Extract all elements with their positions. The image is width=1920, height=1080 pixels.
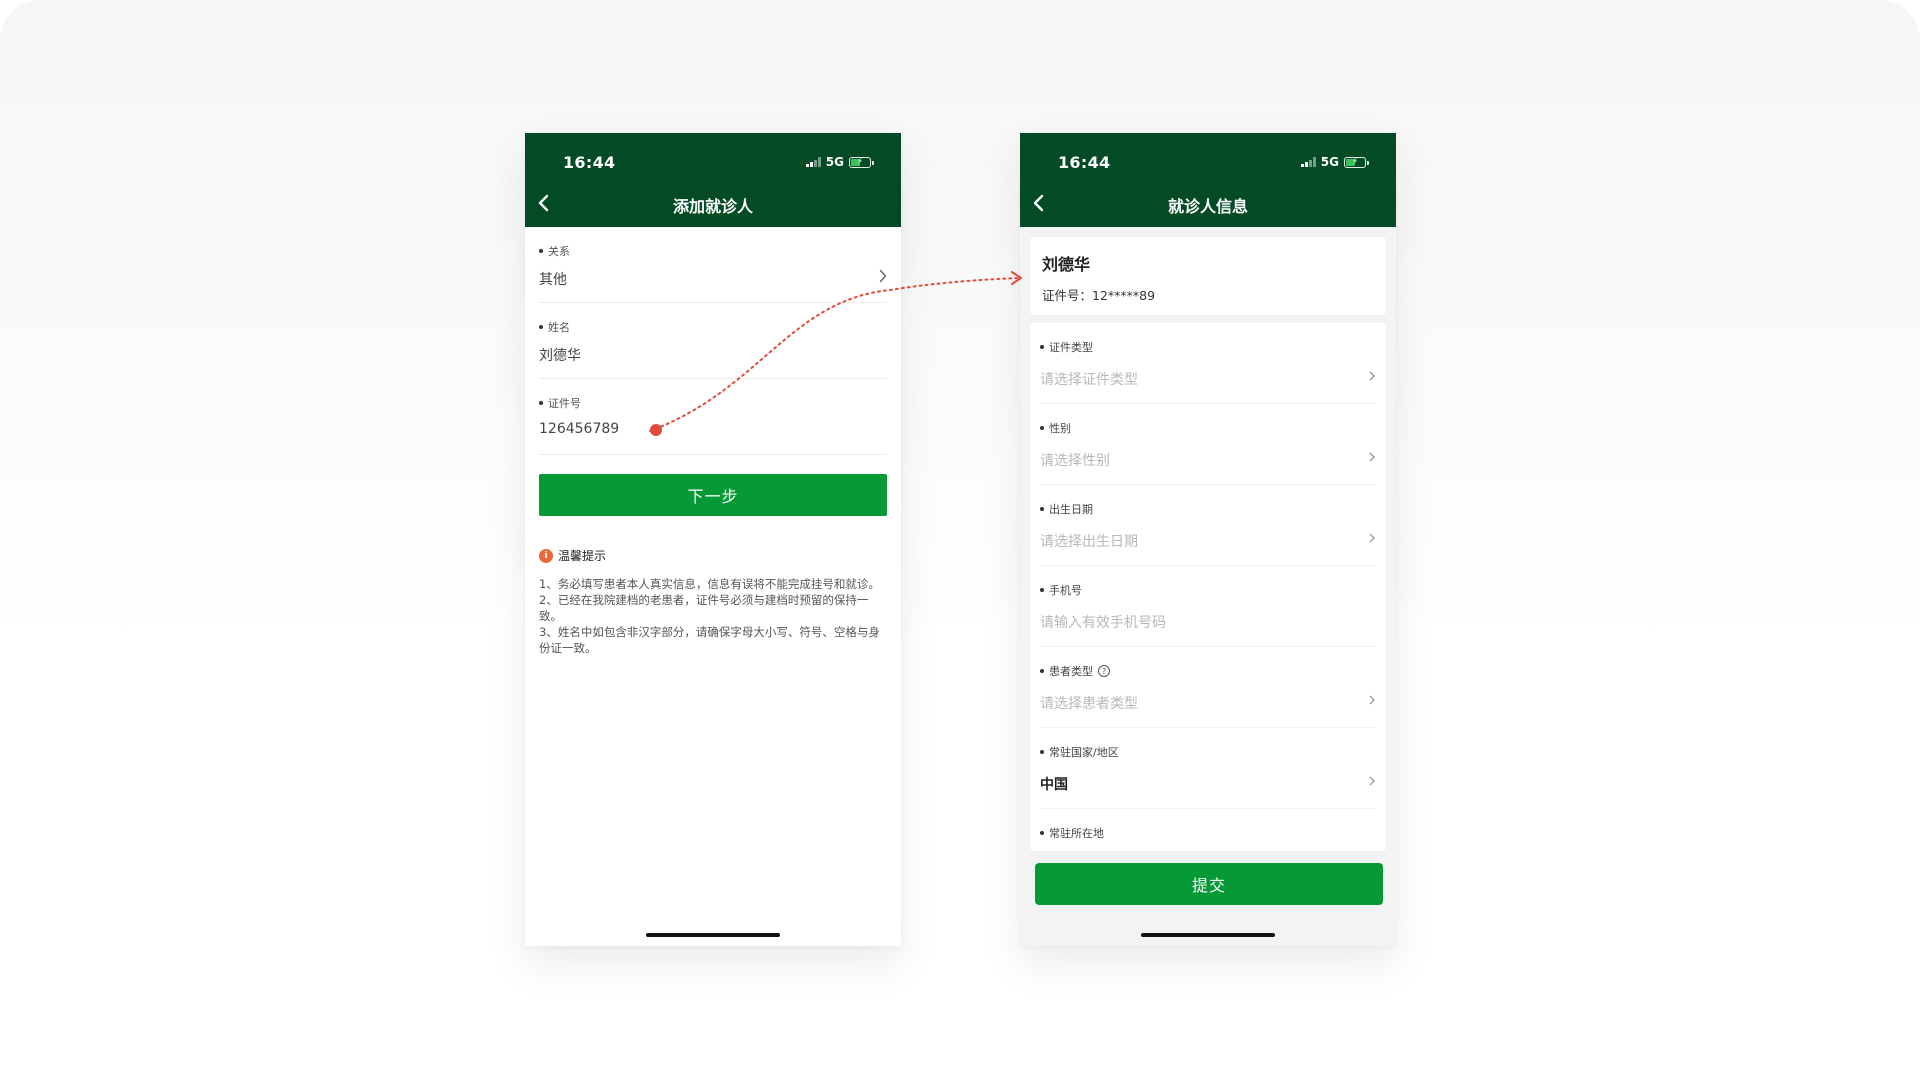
tip-line: 2、已经在我院建档的老患者，证件号必须与建档时预留的保持一致。 (539, 593, 869, 623)
name-field[interactable]: 姓名 刘德华 (539, 303, 887, 379)
network-label: 5G (825, 155, 844, 169)
phone-patient-info: 16:44 5G ⚡ 就诊人信息 刘德华 证件号：12*****89 证件类型 … (1020, 133, 1396, 946)
country-value: 中国 (1040, 777, 1068, 793)
id-value: 12*****89 (1092, 288, 1156, 303)
id-type-placeholder: 请选择证件类型 (1040, 372, 1138, 388)
page-background (0, 0, 1920, 1080)
signal-icon (806, 157, 821, 167)
chevron-right-icon (1369, 371, 1375, 381)
help-icon[interactable]: ? (1098, 665, 1110, 677)
field-label: 常驻国家/地区 (1040, 744, 1119, 760)
tips-body: 1、务必填写患者本人真实信息，信息有误将不能完成挂号和就诊。 2、已经在我院建档… (539, 576, 887, 656)
field-label: 手机号 (1040, 582, 1082, 598)
patient-form: 关系 其他 姓名 刘德华 证件号 126456789 (525, 227, 901, 455)
relationship-field[interactable]: 关系 其他 (539, 227, 887, 303)
header-bar: 16:44 5G ⚡ 就诊人信息 (1020, 133, 1396, 227)
birth-date-field[interactable]: 出生日期 请选择出生日期 (1040, 485, 1376, 566)
field-label: 患者类型? (1040, 663, 1110, 679)
patient-type-placeholder: 请选择患者类型 (1040, 696, 1138, 712)
patient-type-field[interactable]: 患者类型? 请选择患者类型 (1040, 647, 1376, 728)
phone-placeholder: 请输入有效手机号码 (1040, 615, 1166, 631)
phone-add-patient: 16:44 5G ⚡ 添加就诊人 关系 其他 姓名 刘德华 证件号 126456… (525, 133, 901, 946)
chevron-right-icon (879, 269, 887, 283)
field-label: 证件号 (539, 395, 581, 411)
field-label: 出生日期 (1040, 501, 1093, 517)
chevron-right-icon (1369, 533, 1375, 543)
patient-name: 刘德华 (1042, 255, 1091, 274)
gender-field[interactable]: 性别 请选择性别 (1040, 404, 1376, 485)
field-label: 常驻所在地 (1040, 825, 1104, 841)
home-indicator (646, 933, 780, 937)
status-indicators: 5G ⚡ (806, 155, 874, 169)
signal-icon (1301, 157, 1316, 167)
tip-line: 3、姓名中如包含非汉字部分，请确保字母大小写、符号、空格与身份证一致。 (539, 625, 880, 655)
field-label: 姓名 (539, 319, 570, 335)
chevron-right-icon (1369, 452, 1375, 462)
gender-placeholder: 请选择性别 (1040, 453, 1110, 469)
phone-field[interactable]: 手机号 请输入有效手机号码 (1040, 566, 1376, 647)
network-label: 5G (1320, 155, 1339, 169)
battery-icon: ⚡ (1344, 156, 1369, 168)
tips-section: i 温馨提示 1、务必填写患者本人真实信息，信息有误将不能完成挂号和就诊。 2、… (539, 547, 887, 656)
patient-summary-card: 刘德华 证件号：12*****89 (1030, 237, 1386, 315)
relationship-value: 其他 (539, 272, 567, 288)
id-number-field[interactable]: 证件号 126456789 (539, 379, 887, 455)
header-bar: 16:44 5G ⚡ 添加就诊人 (525, 133, 901, 227)
birth-date-placeholder: 请选择出生日期 (1040, 534, 1138, 550)
home-indicator (1141, 933, 1275, 937)
name-value: 刘德华 (539, 348, 581, 364)
status-indicators: 5G ⚡ (1301, 155, 1369, 169)
patient-detail-form: 证件类型 请选择证件类型 性别 请选择性别 出生日期 请选择出生日期 手机号 请… (1030, 323, 1386, 851)
chevron-right-icon (1369, 695, 1375, 705)
submit-button[interactable]: 提交 (1035, 863, 1383, 905)
info-icon: i (539, 548, 553, 563)
field-label: 关系 (539, 243, 570, 259)
tips-heading: i 温馨提示 (539, 547, 887, 564)
residence-field[interactable]: 常驻所在地 (1040, 809, 1376, 851)
battery-icon: ⚡ (849, 156, 874, 168)
next-step-button[interactable]: 下一步 (539, 474, 887, 516)
country-field[interactable]: 常驻国家/地区 中国 (1040, 728, 1376, 809)
id-type-field[interactable]: 证件类型 请选择证件类型 (1040, 323, 1376, 404)
page-title: 就诊人信息 (1167, 197, 1248, 216)
field-label: 证件类型 (1040, 339, 1093, 355)
id-number-value: 126456789 (539, 421, 620, 437)
field-label: 性别 (1040, 420, 1071, 436)
patient-id-row: 证件号：12*****89 (1042, 285, 1155, 304)
chevron-right-icon (1369, 776, 1375, 786)
id-label: 证件号： (1042, 288, 1093, 303)
page-title: 添加就诊人 (672, 197, 753, 216)
connector-start-dot (650, 424, 662, 436)
status-time: 16:44 (1058, 153, 1111, 172)
tip-line: 1、务必填写患者本人真实信息，信息有误将不能完成挂号和就诊。 (539, 577, 880, 591)
status-time: 16:44 (563, 153, 616, 172)
